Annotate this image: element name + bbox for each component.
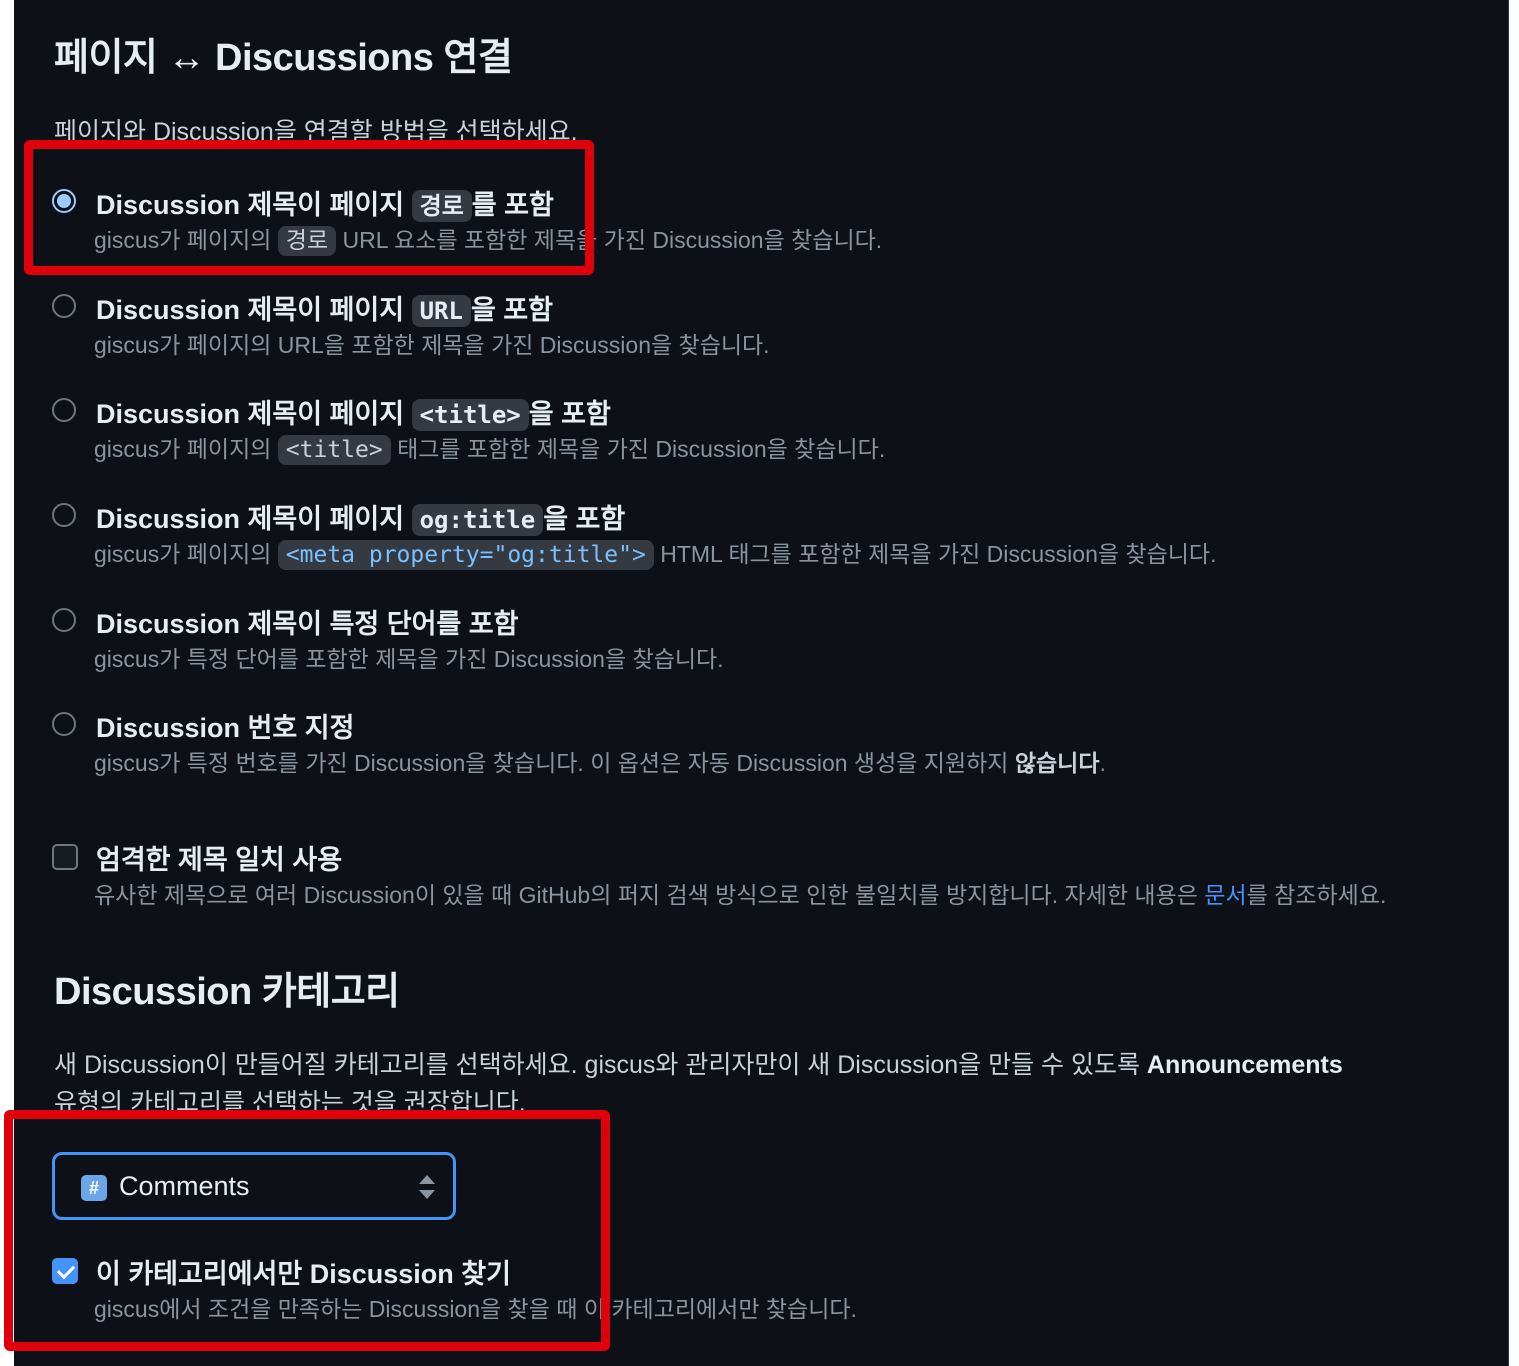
- docs-link[interactable]: 문서: [1204, 882, 1246, 908]
- option-label: Discussion 제목이 페이지 URL 을 포함: [96, 295, 553, 327]
- hash-icon: #: [81, 1175, 107, 1201]
- radio-button[interactable]: [52, 189, 76, 213]
- option-label: Discussion 제목이 특정 단어를 포함: [96, 609, 519, 639]
- category-only-description: giscus에서 조건을 만족하는 Discussion을 찾을 때 이 카테고…: [94, 1296, 857, 1322]
- category-only-checkbox[interactable]: [52, 1258, 78, 1284]
- option-description: giscus가 특정 번호를 가진 Discussion을 찾습니다. 이 옵션…: [94, 750, 1106, 776]
- category-title: Discussion 카테고리: [54, 971, 400, 1013]
- option-description: giscus가 특정 단어를 포함한 제목을 가진 Discussion을 찾습…: [94, 646, 724, 672]
- radio-button[interactable]: [52, 503, 76, 527]
- option-description: giscus가 페이지의 경로 URL 요소를 포함한 제목을 가진 Discu…: [94, 226, 883, 256]
- option-label: Discussion 번호 지정: [96, 713, 355, 743]
- category-select[interactable]: # Comments: [52, 1152, 456, 1220]
- option-label: Discussion 제목이 페이지 og:title 을 포함: [96, 504, 626, 536]
- radio-button[interactable]: [52, 608, 76, 632]
- select-arrows-icon: [419, 1175, 435, 1199]
- mapping-description: 페이지와 Discussion을 연결할 방법을 선택하세요.: [54, 118, 578, 146]
- option-description: giscus가 페이지의 <meta property="og:title"> …: [94, 540, 1217, 570]
- option-description: giscus가 페이지의 <title> 태그를 포함한 제목을 가진 Disc…: [94, 435, 886, 465]
- strict-label: 엄격한 제목 일치 사용: [96, 845, 343, 875]
- radio-button[interactable]: [52, 294, 76, 318]
- radio-button[interactable]: [52, 712, 76, 736]
- strict-description: 유사한 제목으로 여러 Discussion이 있을 때 GitHub의 퍼지 …: [94, 882, 1387, 908]
- settings-panel: 페이지 ↔ Discussions 연결 페이지와 Discussion을 연결…: [14, 0, 1509, 1366]
- radio-button[interactable]: [52, 398, 76, 422]
- strict-checkbox[interactable]: [52, 844, 78, 870]
- option-label: Discussion 제목이 페이지 <title> 을 포함: [96, 399, 611, 431]
- category-description: 새 Discussion이 만들어질 카테고리를 선택하세요. giscus와 …: [54, 1051, 1343, 1117]
- option-description: giscus가 페이지의 URL을 포함한 제목을 가진 Discussion을…: [94, 332, 770, 358]
- option-label: Discussion 제목이 페이지 경로 를 포함: [96, 190, 554, 222]
- category-only-label: 이 카테고리에서만 Discussion 찾기: [96, 1259, 511, 1289]
- category-select-value: Comments: [119, 1171, 250, 1201]
- mapping-title: 페이지 ↔ Discussions 연결: [54, 37, 513, 79]
